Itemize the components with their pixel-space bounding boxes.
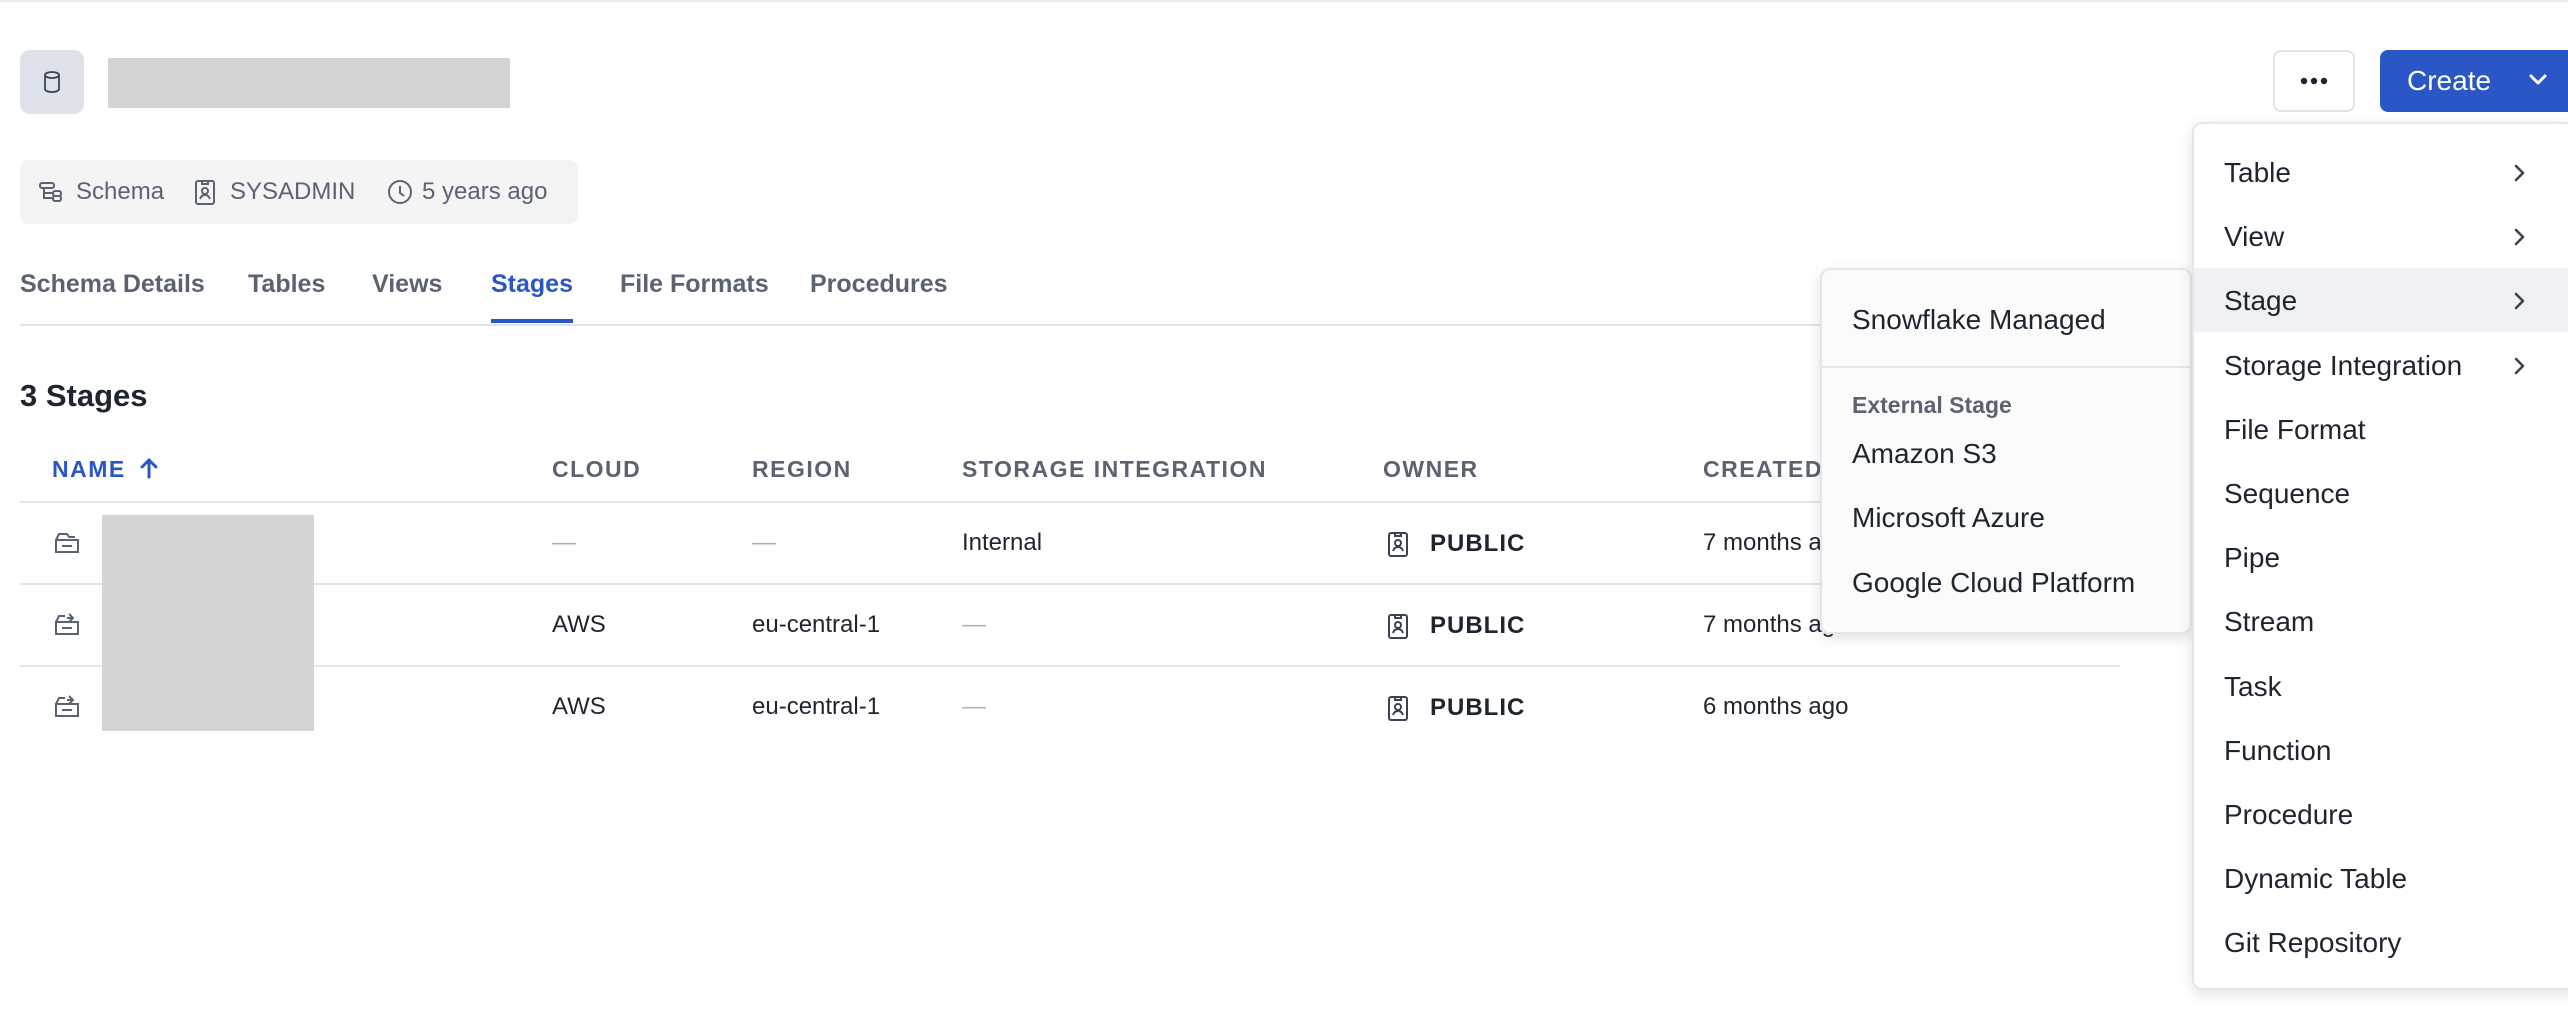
submenu-item-amazon-s3[interactable]: Amazon S3 xyxy=(1822,424,2190,484)
menu-item-task[interactable]: Task xyxy=(2194,654,2568,718)
schema-icon xyxy=(39,182,62,202)
menu-item-view[interactable]: View xyxy=(2194,204,2568,268)
menu-item-label: Table xyxy=(2224,157,2291,188)
submenu-item-label: Amazon S3 xyxy=(1852,438,1997,469)
create-button[interactable]: Create xyxy=(2380,50,2568,112)
menu-item-file-format[interactable]: File Format xyxy=(2194,397,2568,461)
submenu-item-microsoft-azure[interactable]: Microsoft Azure xyxy=(1822,488,2190,548)
cell-region: eu-central-1 xyxy=(752,693,881,720)
tab-procedures[interactable]: Procedures xyxy=(810,270,948,299)
menu-item-label: View xyxy=(2224,221,2285,252)
menu-item-table[interactable]: Table xyxy=(2194,140,2568,204)
menu-item-label: Pipe xyxy=(2224,542,2281,573)
redacted-schema-title xyxy=(108,58,510,108)
user-badge-icon xyxy=(195,180,215,205)
more-actions-button[interactable] xyxy=(2273,50,2355,112)
menu-item-label: Sequence xyxy=(2224,478,2351,509)
tab-views[interactable]: Views xyxy=(372,270,442,299)
menu-item-pipe[interactable]: Pipe xyxy=(2194,525,2568,589)
redacted-stage-names xyxy=(102,515,314,731)
column-header-region[interactable]: REGION xyxy=(752,456,852,483)
chevron-right-icon xyxy=(2514,228,2525,246)
external-stage-icon xyxy=(55,695,79,717)
submenu-item-google-cloud-platform[interactable]: Google Cloud Platform xyxy=(1822,553,2190,613)
meta-created: 5 years ago xyxy=(422,178,548,205)
menu-item-label: Task xyxy=(2224,671,2282,702)
menu-item-label: Dynamic Table xyxy=(2224,863,2408,894)
ellipsis-icon xyxy=(2300,77,2328,85)
internal-stage-icon xyxy=(55,533,79,553)
column-header-name[interactable]: NAME xyxy=(52,456,160,483)
column-header-name-label: NAME xyxy=(52,456,126,482)
submenu-item-label: Microsoft Azure xyxy=(1852,502,2045,533)
user-badge-icon xyxy=(1388,532,1408,557)
create-button-label: Create xyxy=(2407,65,2492,96)
top-border xyxy=(0,0,2568,2)
cell-storage-integration: — xyxy=(962,693,986,720)
tab-schema-details[interactable]: Schema Details xyxy=(20,270,205,299)
arrow-up-icon xyxy=(140,458,158,479)
user-badge-icon xyxy=(1388,696,1408,721)
menu-item-storage-integration[interactable]: Storage Integration xyxy=(2194,333,2568,397)
chevron-right-icon xyxy=(2514,164,2525,182)
meta-owner: SYSADMIN xyxy=(230,178,356,205)
column-header-storage-integration[interactable]: STORAGE INTEGRATION xyxy=(962,456,1267,483)
chevron-right-icon xyxy=(2514,292,2525,310)
submenu-item-snowflake-managed[interactable]: Snowflake Managed xyxy=(1822,290,2190,350)
table-header-divider xyxy=(20,501,2120,503)
menu-item-label: Stream xyxy=(2224,606,2315,637)
active-tab-indicator xyxy=(491,319,573,323)
clock-icon xyxy=(388,180,412,204)
chevron-right-icon xyxy=(2514,357,2525,375)
cell-region: — xyxy=(752,529,776,556)
cell-created: 6 months ago xyxy=(1703,693,1849,720)
cell-storage-integration: — xyxy=(962,611,986,638)
cell-storage-integration: Internal xyxy=(962,529,1043,556)
submenu-item-label: Google Cloud Platform xyxy=(1852,567,2136,598)
create-dropdown-menu: Table View Stage Storage Integration Fil… xyxy=(2192,122,2568,990)
schema-meta-bar: Schema SYSADMIN 5 years ago xyxy=(20,160,578,224)
cell-owner: PUBLIC xyxy=(1430,612,1526,639)
database-icon-tile xyxy=(20,50,84,114)
column-header-created[interactable]: CREATED xyxy=(1703,456,1823,483)
menu-item-label: Procedure xyxy=(2224,799,2354,830)
column-header-owner[interactable]: OWNER xyxy=(1383,456,1479,483)
menu-item-dynamic-table[interactable]: Dynamic Table xyxy=(2194,846,2568,910)
cell-region: eu-central-1 xyxy=(752,611,881,638)
menu-item-label: File Format xyxy=(2224,414,2366,445)
row-divider xyxy=(20,665,2120,667)
cell-cloud: — xyxy=(552,529,576,556)
row-divider xyxy=(20,583,2120,585)
cell-cloud: AWS xyxy=(552,693,606,720)
meta-type: Schema xyxy=(76,178,165,205)
cell-cloud: AWS xyxy=(552,611,606,638)
submenu-divider xyxy=(1822,366,2190,368)
submenu-item-label: Snowflake Managed xyxy=(1852,304,2106,335)
submenu-group-heading: External Stage xyxy=(1852,392,2012,418)
menu-item-label: Stage xyxy=(2224,285,2298,316)
menu-item-label: Storage Integration xyxy=(2224,350,2463,381)
menu-item-label: Git Repository xyxy=(2224,927,2402,958)
tab-file-formats[interactable]: File Formats xyxy=(620,270,769,299)
external-stage-icon xyxy=(55,613,79,635)
menu-item-procedure[interactable]: Procedure xyxy=(2194,782,2568,846)
database-icon xyxy=(44,71,60,93)
menu-item-stage[interactable]: Stage xyxy=(2194,268,2568,332)
menu-item-sequence[interactable]: Sequence xyxy=(2194,461,2568,525)
menu-item-label: Function xyxy=(2224,735,2332,766)
menu-item-stream[interactable]: Stream xyxy=(2194,589,2568,653)
menu-item-function[interactable]: Function xyxy=(2194,718,2568,782)
stages-count-heading: 3 Stages xyxy=(20,378,148,413)
chevron-down-icon xyxy=(2529,74,2547,85)
cell-owner: PUBLIC xyxy=(1430,694,1526,721)
menu-item-git-repository[interactable]: Git Repository xyxy=(2194,910,2568,974)
user-badge-icon xyxy=(1388,614,1408,639)
stage-submenu: Snowflake Managed External Stage Amazon … xyxy=(1820,268,2192,634)
cell-owner: PUBLIC xyxy=(1430,530,1526,557)
column-header-cloud[interactable]: CLOUD xyxy=(552,456,641,483)
tab-stages[interactable]: Stages xyxy=(491,270,573,299)
tab-tables[interactable]: Tables xyxy=(248,270,325,299)
